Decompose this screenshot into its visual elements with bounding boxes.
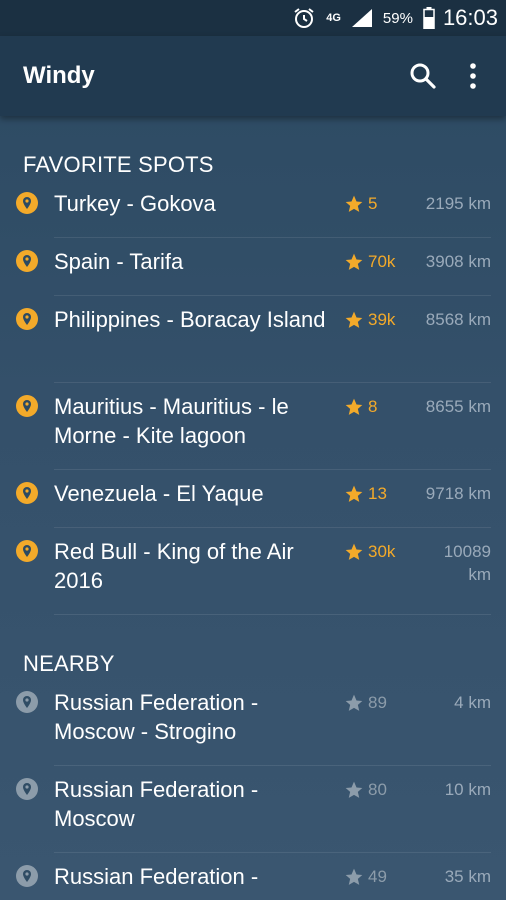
star-icon [344,542,364,562]
nearby-spot-row[interactable]: Russian Federation - Moscow 80 10 km [0,766,506,853]
star-icon [344,194,364,214]
search-button[interactable] [398,51,448,101]
search-icon [410,63,436,89]
spot-distance: 9718 km [425,484,491,503]
location-pin-icon [16,482,38,504]
location-pin-icon [16,395,38,417]
location-pin-icon [16,192,38,214]
location-pin-icon [16,250,38,272]
favorite-spots-header: FAVORITE SPOTS [23,152,214,177]
location-pin-icon [16,865,38,887]
spot-rating: 5 [344,189,414,218]
location-pin-icon [16,778,38,800]
signal-icon [351,8,373,28]
app-bar: Windy [0,36,506,116]
spot-name: Mauritius - Mauritius - le Morne - Kite … [54,394,289,448]
nearby-spot-row[interactable]: Russian Federation - Moscow - Strogino 8… [0,679,506,766]
favorite-spot-row[interactable]: Spain - Tarifa 70k 3908 km [0,238,506,296]
spot-name: Russian Federation - Moscow [54,777,259,831]
location-pin-icon [16,540,38,562]
spot-name: Russian Federation - [54,864,259,889]
spot-name: Venezuela - El Yaque [54,481,264,506]
star-icon [344,780,364,800]
alarm-icon [292,6,316,30]
network-type: 4G [326,12,341,24]
battery-icon [423,7,435,29]
spot-distance: 8655 km [425,397,491,416]
spot-distance: 4 km [454,693,491,712]
app-title: Windy [23,62,95,89]
location-pin-icon [16,691,38,713]
favorite-spot-row[interactable]: Venezuela - El Yaque 13 9718 km [0,470,506,528]
spot-rating: 39k [344,305,414,334]
star-icon [344,397,364,417]
spot-distance: 10 km [444,780,491,799]
battery-percentage: 59% [382,9,413,27]
status-bar: 4G 59% 16:03 [0,0,506,36]
star-icon [344,484,364,504]
spot-list: FAVORITE SPOTS Turkey - Gokova 5 2195 km… [0,116,506,900]
more-vert-icon [470,63,476,89]
spot-rating: 30k [344,537,414,566]
favorite-spot-row[interactable]: Turkey - Gokova 5 2195 km [0,180,506,238]
spot-name: Philippines - Boracay Island [54,307,326,332]
clock: 16:03 [442,5,498,30]
spot-distance: 3908 km [425,252,491,271]
star-icon [344,310,364,330]
star-icon [344,867,364,887]
more-options-button[interactable] [448,51,498,101]
spot-distance: 35 km [444,867,491,886]
spot-rating: 49 [344,862,414,891]
favorite-spot-row[interactable]: Mauritius - Mauritius - le Morne - Kite … [0,383,506,470]
divider [54,614,491,615]
spot-distance: 2195 km [425,194,491,213]
spot-rating: 13 [344,479,414,508]
spot-name: Russian Federation - Moscow - Strogino [54,690,259,744]
nearby-header: NEARBY [23,651,115,676]
spot-distance: 10089 km [443,542,491,584]
nearby-spot-row[interactable]: Russian Federation - 49 35 km [0,853,506,900]
favorite-spot-row[interactable]: Red Bull - King of the Air 2016 30k 1008… [0,528,506,615]
spot-rating: 80 [344,775,414,804]
spot-distance: 8568 km [425,310,491,329]
spot-rating: 8 [344,392,414,421]
location-pin-icon [16,308,38,330]
star-icon [344,693,364,713]
spot-name: Spain - Tarifa [54,249,184,274]
spot-name: Turkey - Gokova [54,191,216,216]
spot-rating: 70k [344,247,414,276]
star-icon [344,252,364,272]
spot-name: Red Bull - King of the Air 2016 [54,539,294,593]
spot-rating: 89 [344,688,414,717]
favorite-spot-row[interactable]: Philippines - Boracay Island 39k 8568 km [0,296,506,383]
